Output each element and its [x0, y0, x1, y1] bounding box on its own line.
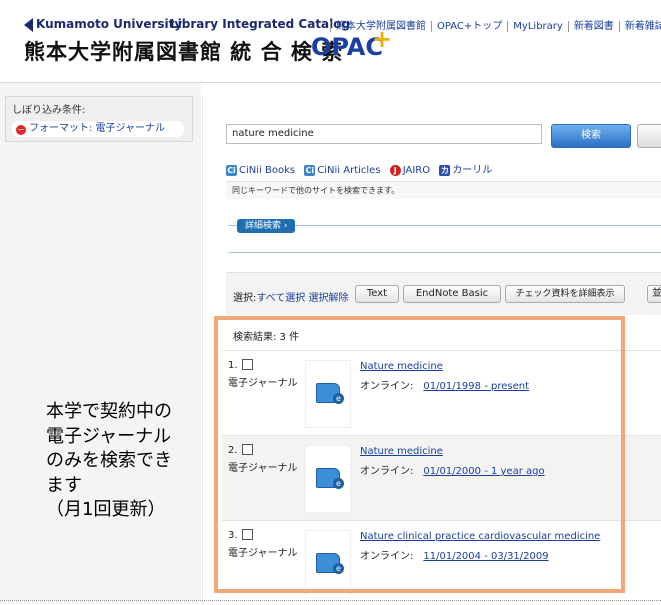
site-calil[interactable]: カーリル: [452, 165, 492, 176]
header: Kumamoto University Library Integrated C…: [0, 0, 661, 83]
callout-note: 本学で契約中の 電子ジャーナル のみを検索でき ます （月1回更新）: [46, 400, 172, 523]
university-mark-icon: [24, 17, 33, 32]
secondary-search-button[interactable]: [637, 124, 661, 148]
filter-heading: しぼり込み条件:: [12, 105, 86, 116]
select-controls: 選択:すべて選択 選択解除: [233, 289, 348, 304]
nav-new-books[interactable]: 新着図書: [567, 21, 619, 32]
nav-new-journals[interactable]: 新着雑誌: [618, 21, 661, 32]
sort-button[interactable]: 並: [647, 285, 661, 303]
show-checked-button[interactable]: チェック資料を詳細表示: [505, 285, 625, 303]
external-sites: Ci CiNii Books Ci CiNii Articles J JAIRO カカ…: [226, 161, 498, 176]
page-title: 熊本大学附属図書館 統 合 検 索: [24, 40, 344, 64]
nav-opac-top[interactable]: OPAC+トップ: [431, 21, 508, 32]
callout-line: 電子ジャーナル: [46, 425, 172, 447]
jairo-icon: J: [389, 165, 401, 176]
cinii-articles-icon: Ci: [304, 165, 316, 176]
catalog-name: Library Integrated Catalog: [170, 17, 351, 31]
sidebar: [0, 83, 201, 604]
select-all-link[interactable]: すべて選択: [256, 293, 305, 304]
detail-search-tab[interactable]: 詳細検索 ›: [237, 219, 296, 233]
search-input[interactable]: nature medicine: [226, 124, 542, 144]
university-name: Kumamoto University: [36, 17, 183, 31]
callout-line: （月1回更新）: [46, 499, 166, 520]
endnote-button[interactable]: EndNote Basic: [403, 285, 501, 303]
nav-library[interactable]: 熊本大学附属図書館: [330, 21, 431, 32]
callout-line: ます: [46, 474, 82, 496]
calil-icon: カ: [439, 165, 451, 176]
filter-chip[interactable]: − フォーマット: 電子ジャーナル: [12, 121, 184, 137]
site-jairo[interactable]: JAIRO: [403, 165, 430, 176]
highlight-frame: [214, 316, 625, 593]
callout-line: のみを検索でき: [46, 450, 172, 471]
site-note: 同じキーワードで他のサイトを検索できます。: [226, 181, 661, 199]
remove-filter-icon[interactable]: −: [16, 125, 26, 135]
cinii-books-icon: Ci: [226, 165, 237, 176]
filter-chip-label[interactable]: フォーマット: 電子ジャーナル: [29, 123, 165, 134]
text-export-button[interactable]: Text: [355, 285, 399, 303]
bottom-divider: [0, 600, 661, 602]
top-nav: 熊本大学附属図書館 OPAC+トップ MyLibrary 新着図書 新着雑誌: [330, 17, 661, 32]
university-logo[interactable]: Kumamoto University: [24, 17, 182, 32]
nav-mylibrary[interactable]: MyLibrary: [507, 21, 568, 32]
site-cinii-books[interactable]: CiNii Books: [239, 165, 295, 176]
search-button[interactable]: 検索: [551, 124, 631, 148]
deselect-link[interactable]: 選択解除: [308, 293, 348, 304]
site-cinii-articles[interactable]: CiNii Articles: [317, 165, 380, 176]
select-label: 選択:: [233, 293, 257, 304]
callout-line: 本学で契約中の: [46, 401, 172, 422]
